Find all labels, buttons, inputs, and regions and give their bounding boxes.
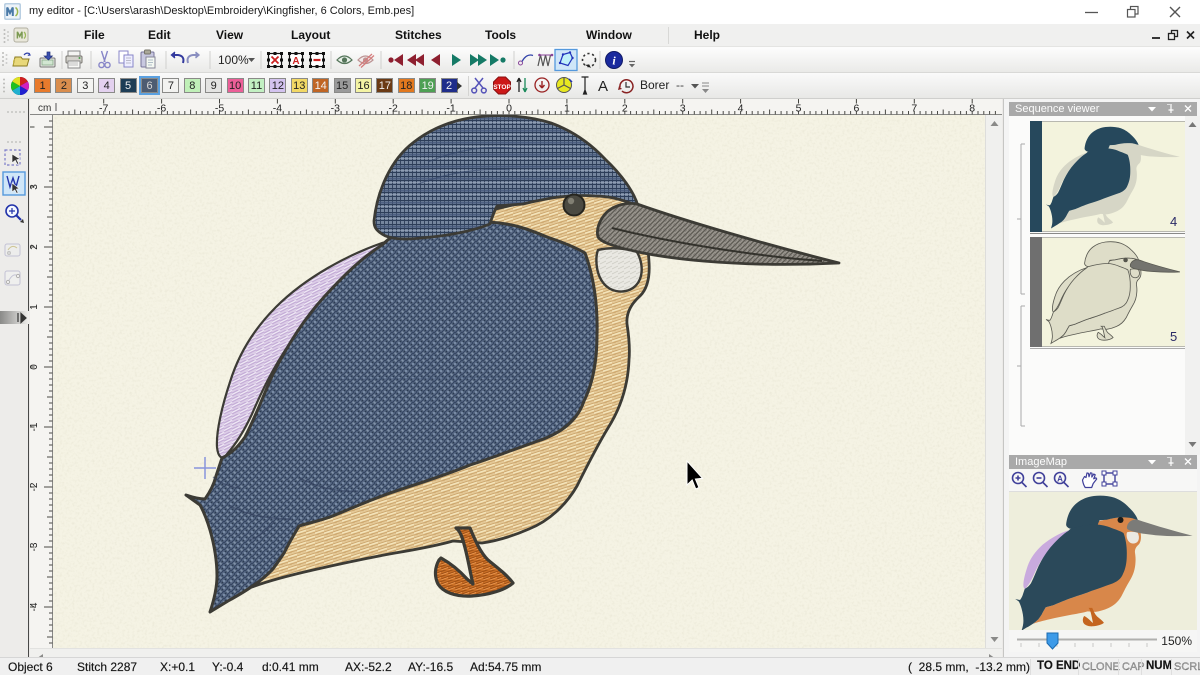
svg-text:7: 7 bbox=[911, 103, 917, 115]
svg-text:-1: -1 bbox=[30, 422, 40, 431]
svg-text:150%: 150% bbox=[1161, 634, 1192, 648]
svg-text:-1: -1 bbox=[446, 103, 455, 115]
svg-text:A: A bbox=[292, 56, 299, 67]
svg-text:0: 0 bbox=[30, 364, 40, 370]
svg-text:8: 8 bbox=[969, 103, 975, 115]
svg-text:-5: -5 bbox=[215, 103, 224, 115]
svg-text:2: 2 bbox=[30, 244, 40, 250]
svg-text:-2: -2 bbox=[389, 103, 398, 115]
svg-text:1: 1 bbox=[30, 304, 40, 310]
svg-text:A: A bbox=[1057, 475, 1063, 484]
svg-text:A: A bbox=[598, 78, 608, 95]
svg-text:-4: -4 bbox=[273, 103, 282, 115]
svg-text:-6: -6 bbox=[157, 103, 166, 115]
svg-text:3: 3 bbox=[30, 184, 40, 190]
svg-text:-3: -3 bbox=[331, 103, 340, 115]
svg-text:cm: cm bbox=[38, 103, 51, 114]
svg-text:2: 2 bbox=[622, 103, 628, 115]
svg-text:3: 3 bbox=[680, 103, 686, 115]
svg-text:100%: 100% bbox=[218, 53, 249, 67]
svg-text:-7: -7 bbox=[99, 103, 108, 115]
svg-text:0: 0 bbox=[506, 103, 512, 115]
svg-text:STOP: STOP bbox=[493, 84, 511, 91]
svg-text:-3: -3 bbox=[30, 542, 40, 551]
svg-text:1: 1 bbox=[564, 103, 570, 115]
svg-text:4: 4 bbox=[738, 103, 744, 115]
svg-text:5: 5 bbox=[796, 103, 802, 115]
svg-text:-4: -4 bbox=[30, 602, 40, 611]
svg-text:6: 6 bbox=[853, 103, 859, 115]
svg-text:-2: -2 bbox=[30, 482, 40, 491]
